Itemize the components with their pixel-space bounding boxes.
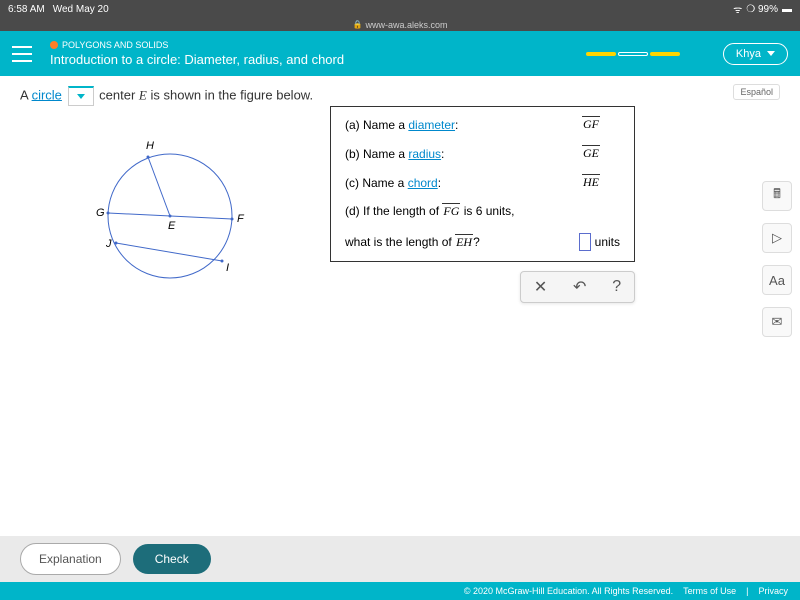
battery-pct: ❍ 99% <box>746 4 778 15</box>
answer-b: GE <box>582 146 600 161</box>
diameter-link[interactable]: diameter <box>408 118 455 132</box>
url-bar: 🔒 www-awa.aleks.com <box>0 18 800 31</box>
video-icon[interactable]: ▷ <box>762 223 792 253</box>
help-icon[interactable]: ? <box>612 278 621 296</box>
undo-icon[interactable]: ↶ <box>573 277 586 297</box>
side-tools: 🖩 ▷ Aa ✉ <box>762 181 792 337</box>
lesson-category: POLYGONS AND SOLIDS <box>50 40 344 50</box>
chevron-down-icon <box>767 51 775 56</box>
terms-link[interactable]: Terms of Use <box>683 586 736 596</box>
svg-text:F: F <box>237 213 245 225</box>
answer-c: HE <box>582 175 600 190</box>
question-prompt: A circle center E is shown in the figure… <box>20 86 780 106</box>
status-bar: 6:58 AM Wed May 20 ᯤ ❍ 99% ▬ <box>0 0 800 18</box>
explanation-button[interactable]: Explanation <box>20 543 121 575</box>
circle-link[interactable]: circle <box>32 87 62 102</box>
answer-a: GF <box>582 117 600 132</box>
svg-text:E: E <box>168 220 176 232</box>
svg-text:J: J <box>105 238 112 250</box>
answer-toolbar: ✕ ↶ ? <box>520 271 635 303</box>
dropdown-button[interactable] <box>68 86 94 106</box>
privacy-link[interactable]: Privacy <box>758 586 788 596</box>
answer-input[interactable] <box>579 233 591 251</box>
user-menu[interactable]: Khya <box>723 43 788 65</box>
font-icon[interactable]: Aa <box>762 265 792 295</box>
chord-link[interactable]: chord <box>408 176 438 190</box>
battery-icon: ▬ <box>782 4 792 15</box>
url-text: www-awa.aleks.com <box>365 20 447 30</box>
radius-link[interactable]: radius <box>408 147 441 161</box>
lesson-title: Introduction to a circle: Diameter, radi… <box>50 52 344 67</box>
content-area: Español A circle center E is shown in th… <box>0 76 800 506</box>
copyright: © 2020 McGraw-Hill Education. All Rights… <box>464 586 673 596</box>
wifi-icon: ᯤ <box>733 2 742 16</box>
menu-icon[interactable] <box>12 46 32 62</box>
app-header: POLYGONS AND SOLIDS Introduction to a ci… <box>0 31 800 76</box>
mail-icon[interactable]: ✉ <box>762 307 792 337</box>
answer-box: (a) Name a diameter: GF (b) Name a radiu… <box>330 106 635 262</box>
status-date: Wed May 20 <box>53 4 109 15</box>
svg-text:I: I <box>226 262 229 274</box>
svg-text:G: G <box>96 207 105 219</box>
svg-text:H: H <box>146 140 154 152</box>
check-button[interactable]: Check <box>133 544 211 574</box>
lock-icon: 🔒 <box>353 20 363 29</box>
calculator-icon[interactable]: 🖩 <box>762 181 792 211</box>
bottom-bar: Explanation Check <box>0 536 800 582</box>
status-time: 6:58 AM <box>8 4 45 15</box>
progress-bar <box>586 52 680 56</box>
footer: © 2020 McGraw-Hill Education. All Rights… <box>0 582 800 600</box>
circle-diagram: H G F E J I <box>80 121 260 301</box>
user-name: Khya <box>736 48 761 60</box>
clear-icon[interactable]: ✕ <box>534 277 547 297</box>
language-toggle[interactable]: Español <box>733 84 780 100</box>
